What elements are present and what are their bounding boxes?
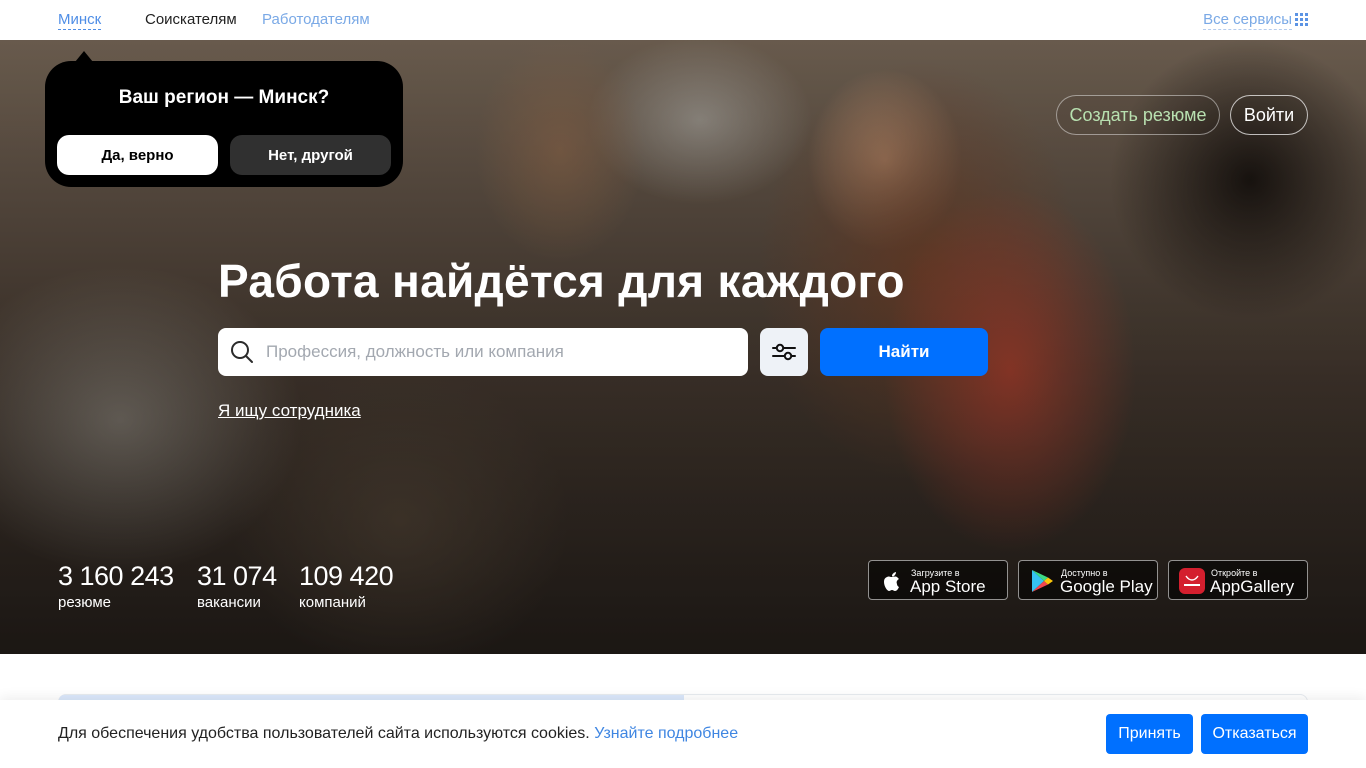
stat-value: 31 074 bbox=[197, 561, 277, 591]
stat-resumes: 3 160 243 резюме bbox=[58, 561, 174, 611]
stat-companies: 109 420 компаний bbox=[299, 561, 394, 611]
sliders-icon bbox=[772, 343, 796, 361]
region-link[interactable]: Минск bbox=[58, 11, 102, 30]
cookie-message: Для обеспечения удобства пользователей с… bbox=[58, 725, 738, 743]
cookie-text: Для обеспечения удобства пользователей с… bbox=[58, 725, 590, 742]
badge-store-name: App Store bbox=[910, 577, 986, 596]
google-play-badge[interactable]: Доступно в Google Play bbox=[1018, 560, 1158, 600]
create-resume-button[interactable]: Создать резюме bbox=[1056, 95, 1220, 135]
all-services-link[interactable]: Все сервисы bbox=[1203, 11, 1292, 30]
region-yes-button[interactable]: Да, верно bbox=[57, 135, 218, 175]
hero-section: Ваш регион — Минск? Да, верно Нет, друго… bbox=[0, 40, 1366, 654]
cookie-bar: Для обеспечения удобства пользователей с… bbox=[0, 700, 1366, 768]
region-no-button[interactable]: Нет, другой bbox=[230, 135, 391, 175]
stat-label: резюме bbox=[58, 594, 111, 611]
find-button[interactable]: Найти bbox=[820, 328, 988, 376]
grid-icon[interactable] bbox=[1295, 13, 1308, 26]
login-button[interactable]: Войти bbox=[1230, 95, 1308, 135]
advanced-search-button[interactable] bbox=[760, 328, 808, 376]
stat-vacancies: 31 074 вакансии bbox=[197, 561, 277, 611]
employer-link[interactable]: Я ищу сотрудника bbox=[218, 401, 361, 421]
huawei-icon bbox=[1179, 568, 1205, 594]
app-store-badge[interactable]: Загрузите в App Store bbox=[868, 560, 1008, 600]
nav-seekers[interactable]: Соискателям bbox=[145, 11, 237, 29]
stat-label: компаний bbox=[299, 594, 366, 611]
search-input[interactable] bbox=[266, 328, 736, 376]
apple-icon bbox=[884, 572, 899, 591]
nav-employers[interactable]: Работодателям bbox=[262, 11, 370, 29]
stat-value: 3 160 243 bbox=[58, 561, 174, 591]
badge-store-name: Google Play bbox=[1060, 577, 1153, 596]
stat-label: вакансии bbox=[197, 594, 261, 611]
cookie-decline-button[interactable]: Отказаться bbox=[1201, 714, 1308, 754]
search-box bbox=[218, 328, 748, 376]
app-gallery-badge[interactable]: Откройте в AppGallery bbox=[1168, 560, 1308, 600]
google-play-icon bbox=[1032, 570, 1053, 592]
top-nav: Минск Соискателям Работодателям Все серв… bbox=[0, 0, 1366, 40]
cookie-more-link[interactable]: Узнайте подробнее bbox=[594, 725, 738, 742]
region-confirm-popup: Ваш регион — Минск? Да, верно Нет, друго… bbox=[45, 51, 403, 187]
hero-headline: Работа найдётся для каждого bbox=[218, 255, 905, 307]
region-question: Ваш регион — Минск? bbox=[118, 87, 330, 108]
search-icon bbox=[231, 341, 253, 363]
badge-store-name: AppGallery bbox=[1210, 577, 1295, 596]
cookie-accept-button[interactable]: Принять bbox=[1106, 714, 1193, 754]
stat-value: 109 420 bbox=[299, 561, 394, 591]
